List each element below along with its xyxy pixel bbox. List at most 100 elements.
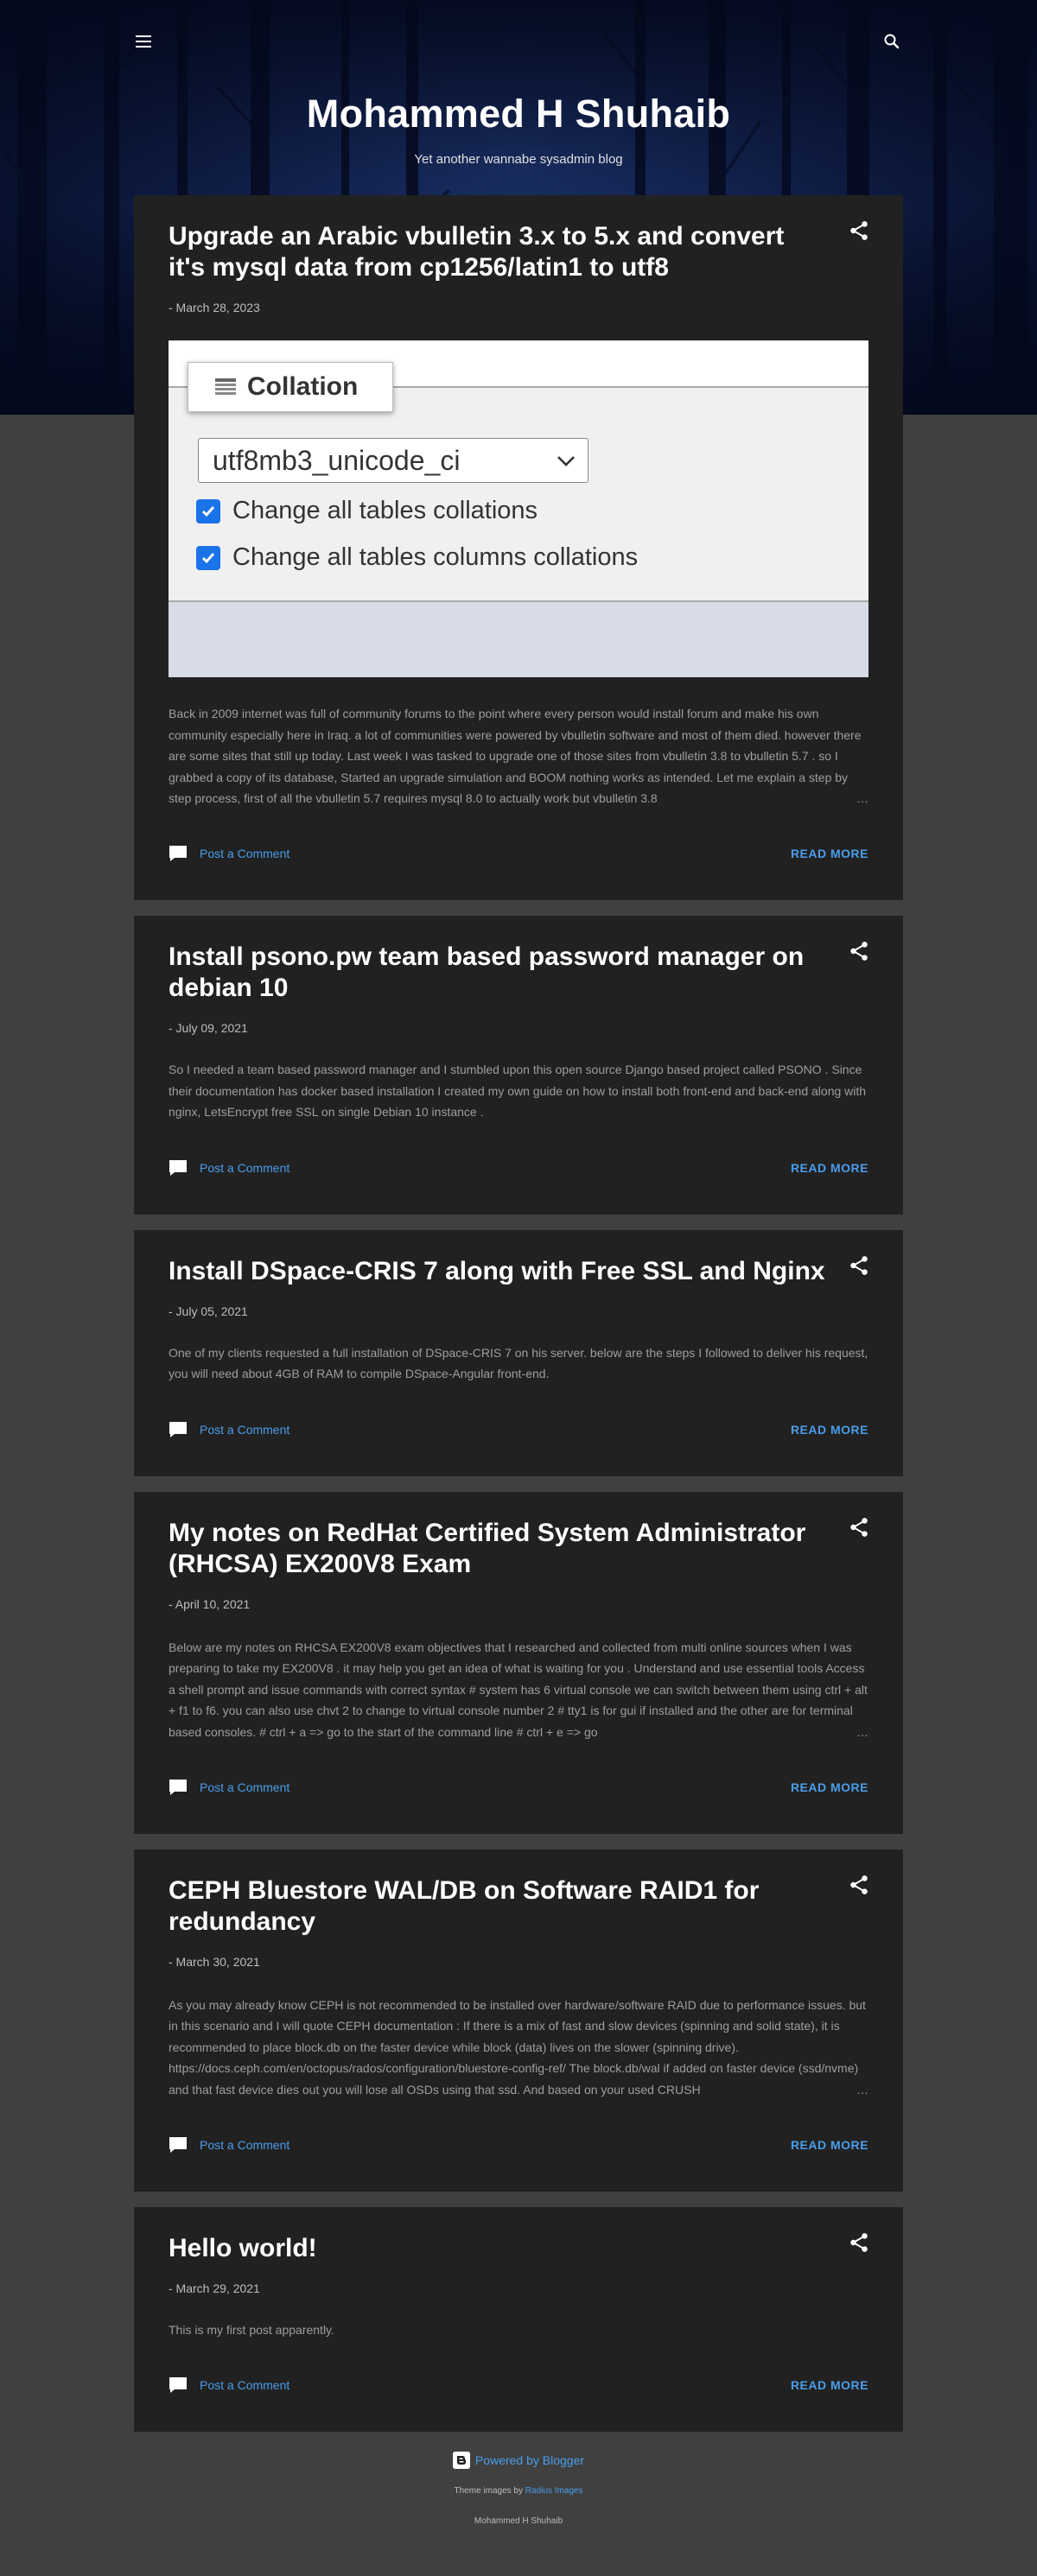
- post-card: Hello world! - March 29, 2021 This is my…: [134, 2206, 903, 2432]
- chevron-down-icon: [557, 456, 575, 466]
- share-button[interactable]: [848, 219, 870, 242]
- post-title-link[interactable]: My notes on RedHat Certified System Admi…: [169, 1518, 825, 1580]
- comment-label: Post a Comment: [200, 847, 290, 860]
- snippet-ellipsis: …: [799, 2078, 868, 2100]
- share-button[interactable]: [848, 940, 870, 962]
- search-button[interactable]: [881, 31, 902, 52]
- comment-icon: [169, 846, 187, 861]
- post-footer: Post a Comment READ MORE: [169, 1779, 868, 1796]
- checkbox-checked-icon: [196, 498, 220, 523]
- post-title-link[interactable]: CEPH Bluestore WAL/DB on Software RAID1 …: [169, 1875, 825, 1938]
- comment-label: Post a Comment: [200, 2137, 290, 2152]
- post-card: CEPH Bluestore WAL/DB on Software RAID1 …: [134, 1849, 903, 2192]
- post-date: - July 09, 2021: [169, 1021, 248, 1035]
- menu-bar: [136, 41, 151, 42]
- post-card: Install DSpace-CRIS 7 along with Free SS…: [134, 1229, 903, 1476]
- post-title-link[interactable]: Install psono.pw team based password man…: [169, 942, 825, 1004]
- search-icon: [884, 34, 900, 49]
- post-snippet: One of my clients requested a full insta…: [169, 1342, 868, 1385]
- share-icon: [850, 1255, 868, 1275]
- post-snippet-text: So I needed a team based password manage…: [169, 1063, 867, 1119]
- read-more-link[interactable]: READ MORE: [791, 1161, 868, 1175]
- collation-tab: Collation: [188, 362, 393, 412]
- comment-icon: [169, 1159, 187, 1176]
- post-comment-link[interactable]: Post a Comment: [169, 1779, 289, 1796]
- post-footer: Post a Comment READ MORE: [169, 2136, 868, 2154]
- post-snippet: Below are my notes on RHCSA EX200V8 exam…: [169, 1637, 868, 1742]
- post-footer: Post a Comment READ MORE: [169, 1159, 868, 1177]
- post-comment-link[interactable]: Post a Comment: [169, 2376, 289, 2394]
- post-featured-image[interactable]: Collation utf8mb3_unicode_ci Change all …: [169, 340, 868, 677]
- post-comment-link[interactable]: Post a Comment: [169, 2136, 289, 2154]
- post-snippet-text: One of my clients requested a full insta…: [169, 1345, 868, 1381]
- powered-by-blogger-link[interactable]: Powered by Blogger: [0, 2452, 1037, 2469]
- checkbox-label: Change all tables columns collations: [232, 543, 639, 571]
- theme-images-credit: Theme images by Radius Images: [0, 2486, 1037, 2496]
- collation-tab-label: Collation: [247, 372, 359, 401]
- read-more-link[interactable]: READ MORE: [791, 1780, 868, 1794]
- collation-select-value: utf8mb3_unicode_ci: [213, 444, 461, 476]
- post-card: My notes on RedHat Certified System Admi…: [134, 1491, 903, 1834]
- blog-description: Yet another wannabe sysadmin blog: [414, 152, 623, 167]
- read-more-link[interactable]: READ MORE: [791, 2378, 868, 2392]
- page-footer: Powered by Blogger Theme images by Radiu…: [0, 2452, 1037, 2526]
- share-button[interactable]: [848, 2231, 870, 2254]
- checkbox-checked-icon: [196, 545, 220, 570]
- share-button[interactable]: [848, 1874, 870, 1896]
- comment-label: Post a Comment: [200, 1160, 290, 1175]
- blog-title[interactable]: Mohammed H Shuhaib: [0, 92, 1037, 136]
- read-more-link[interactable]: READ MORE: [791, 2138, 868, 2152]
- post-snippet-text: Back in 2009 internet was full of commun…: [169, 707, 862, 805]
- blogger-logo-icon: [452, 2452, 470, 2469]
- post-snippet: Back in 2009 internet was full of commun…: [169, 703, 868, 809]
- footer-copyright: Mohammed H Shuhaib: [474, 2516, 563, 2526]
- hamburger-menu-button[interactable]: [133, 31, 154, 52]
- post-snippet-text: As you may already know CEPH is not reco…: [169, 1997, 866, 2097]
- post-snippet-text: Below are my notes on RHCSA EX200V8 exam…: [169, 1640, 868, 1739]
- post-comment-link[interactable]: Post a Comment: [169, 1159, 289, 1177]
- posts-list: Upgrade an Arabic vbulletin 3.x to 5.x a…: [134, 195, 903, 2447]
- read-more-link[interactable]: READ MORE: [791, 1423, 868, 1437]
- comment-label: Post a Comment: [200, 1422, 290, 1437]
- post-footer: Post a Comment READ MORE: [169, 2376, 868, 2394]
- post-date: - July 05, 2021: [169, 1304, 248, 1318]
- checkbox-label: Change all tables collations: [232, 497, 538, 524]
- share-button[interactable]: [848, 1254, 870, 1277]
- share-button[interactable]: [848, 1516, 870, 1539]
- post-footer: Post a Comment READ MORE: [169, 1421, 868, 1438]
- collation-select: utf8mb3_unicode_ci: [198, 438, 588, 483]
- menu-bar: [136, 35, 151, 37]
- share-icon: [850, 2232, 868, 2252]
- comment-label: Post a Comment: [200, 1780, 290, 1794]
- post-comment-link[interactable]: Post a Comment: [169, 845, 289, 862]
- read-more-link[interactable]: READ MORE: [791, 847, 868, 860]
- post-card: Upgrade an Arabic vbulletin 3.x to 5.x a…: [134, 195, 903, 900]
- powered-by-label: Powered by Blogger: [474, 2453, 585, 2467]
- theme-images-link[interactable]: Radius Images: [525, 2486, 583, 2496]
- post-comment-link[interactable]: Post a Comment: [169, 1421, 289, 1438]
- table-icon: [215, 378, 236, 395]
- collation-checkbox-row: Change all tables collations: [196, 497, 538, 525]
- collation-checkbox-row: Change all tables columns collations: [196, 543, 638, 572]
- menu-bar: [136, 46, 151, 48]
- theme-images-prefix: Theme images by: [454, 2486, 523, 2496]
- post-snippet-text: This is my first post apparently.: [169, 2322, 334, 2337]
- post-date: - March 30, 2021: [169, 1954, 260, 1969]
- post-title-link[interactable]: Hello world!: [169, 2233, 825, 2264]
- share-icon: [850, 1517, 868, 1537]
- share-icon: [850, 942, 868, 961]
- post-snippet: So I needed a team based password manage…: [169, 1059, 868, 1123]
- post-date: - March 29, 2021: [169, 2281, 260, 2295]
- post-footer: Post a Comment READ MORE: [169, 845, 868, 862]
- post-snippet: This is my first post apparently.: [169, 2319, 868, 2341]
- share-icon: [850, 1875, 868, 1894]
- comment-icon: [169, 2377, 187, 2393]
- post-title-link[interactable]: Install DSpace-CRIS 7 along with Free SS…: [169, 1256, 825, 1287]
- collation-panel-footer: [169, 600, 868, 677]
- post-snippet: As you may already know CEPH is not reco…: [169, 1995, 868, 2100]
- share-icon: [850, 221, 868, 240]
- comment-label: Post a Comment: [200, 2378, 290, 2392]
- post-title-link[interactable]: Upgrade an Arabic vbulletin 3.x to 5.x a…: [169, 221, 825, 283]
- comment-icon: [169, 1421, 187, 1437]
- post-date: - April 10, 2021: [169, 1596, 251, 1611]
